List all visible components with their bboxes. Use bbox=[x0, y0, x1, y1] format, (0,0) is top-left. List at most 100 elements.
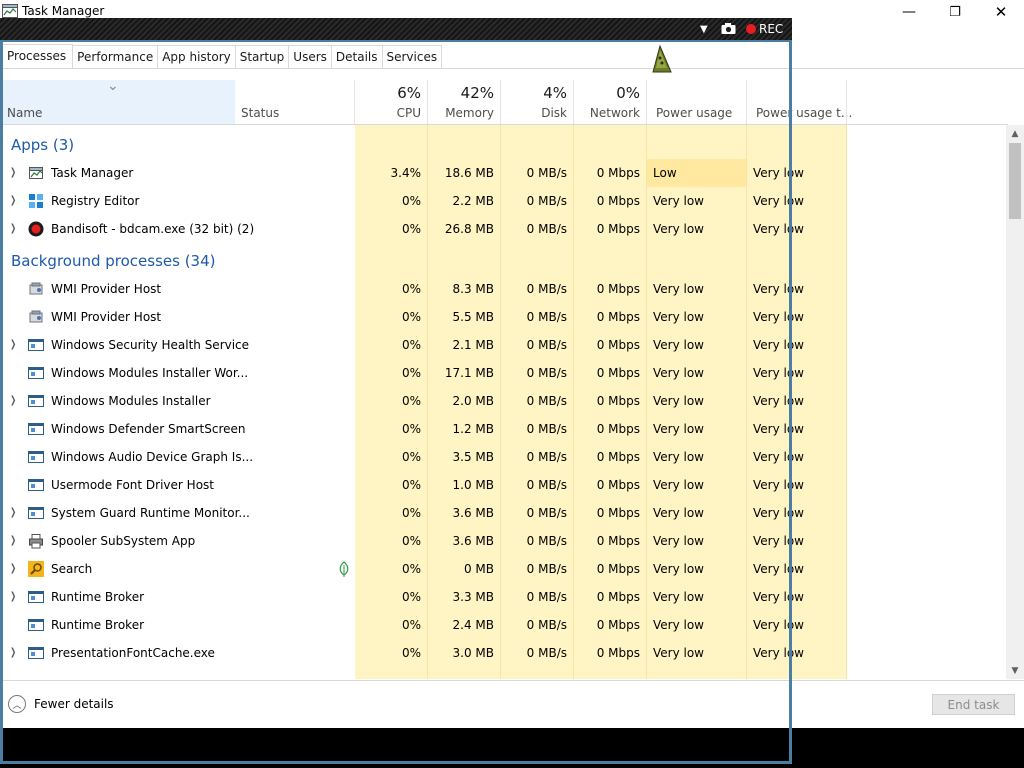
process-row[interactable]: ❯ Registry Editor 0% 2.2 MB 0 MB/s 0 Mbps Very… bbox=[0, 187, 1006, 215]
memory-cell: 3.6 MB bbox=[452, 534, 494, 548]
scroll-thumb[interactable] bbox=[1009, 143, 1021, 219]
header-separator bbox=[500, 80, 501, 124]
power-usage-cell: Very low bbox=[653, 478, 704, 492]
tab-app-history[interactable]: App history bbox=[158, 45, 236, 69]
process-name: Spooler SubSystem App bbox=[51, 534, 196, 548]
power-usage-cell: Low bbox=[653, 166, 677, 180]
column-header-memory[interactable]: 42% Memory bbox=[428, 80, 500, 124]
column-header-disk[interactable]: 4% Disk bbox=[501, 80, 573, 124]
expand-chevron-icon[interactable]: ❯ bbox=[10, 167, 16, 178]
process-row[interactable]: Windows Defender SmartScreen 0% 1.2 MB 0 MB… bbox=[0, 415, 1006, 443]
disk-cell: 0 MB/s bbox=[526, 422, 567, 436]
cpu-cell: 3.4% bbox=[390, 166, 422, 180]
window-title: Task Manager bbox=[22, 4, 105, 18]
wmi-icon bbox=[29, 282, 43, 295]
process-row[interactable]: ❯ PresentationFontCache.exe 0% 3.0 MB 0 MB/s… bbox=[0, 639, 1006, 667]
cpu-cell: 0% bbox=[401, 646, 421, 660]
process-row[interactable]: Usermode Font Driver Host 0% 1.0 MB 0 MB/s 0… bbox=[0, 471, 1006, 499]
group-header[interactable]: Apps (3) bbox=[0, 131, 1006, 159]
scroll-down-icon[interactable]: ▼ bbox=[1006, 662, 1024, 679]
power-trend-cell: Very low bbox=[753, 590, 804, 604]
cpu-cell: 0% bbox=[401, 422, 421, 436]
network-cell: 0 Mbps bbox=[596, 394, 640, 408]
task-manager-window: Task Manager — ❐ ✕ ▼ REC Processes Perfor… bbox=[0, 0, 1024, 728]
power-trend-cell: Very low bbox=[753, 450, 804, 464]
disk-cell: 0 MB/s bbox=[526, 166, 567, 180]
tab-details[interactable]: Details bbox=[331, 45, 383, 69]
column-header-power-usage-trend[interactable]: Power usage t... bbox=[747, 80, 852, 124]
disk-total: 4% bbox=[543, 84, 567, 102]
column-header-status[interactable]: Status bbox=[235, 80, 354, 124]
power-usage-cell: Very low bbox=[653, 366, 704, 380]
process-row[interactable]: ❯ Windows Modules Installer 0% 2.0 MB 0 MB/s… bbox=[0, 387, 1006, 415]
vertical-scrollbar[interactable]: ▲ ▼ bbox=[1006, 125, 1024, 679]
power-usage-cell: Very low bbox=[653, 422, 704, 436]
process-row[interactable]: ❯ Windows Security Health Service 0% 2.1 MB… bbox=[0, 331, 1006, 359]
network-cell: 0 Mbps bbox=[596, 338, 640, 352]
service-window-icon bbox=[28, 619, 44, 631]
camera-icon[interactable] bbox=[721, 22, 736, 35]
collapse-chevron-icon: ︿ bbox=[8, 695, 26, 713]
expand-chevron-icon[interactable]: ❯ bbox=[10, 591, 16, 602]
recorder-dropdown-icon[interactable]: ▼ bbox=[700, 21, 708, 37]
process-row[interactable]: ❯ System Guard Runtime Monitor... 0% 3.6 MB… bbox=[0, 499, 1006, 527]
process-row[interactable]: ❯ Bandisoft - bdcam.exe (32 bit) (2) 0% 26.… bbox=[0, 215, 1006, 243]
disk-cell: 0 MB/s bbox=[526, 222, 567, 236]
expand-chevron-icon[interactable]: ❯ bbox=[10, 395, 16, 406]
cpu-total: 6% bbox=[397, 84, 421, 102]
process-row[interactable]: Windows Modules Installer Wor... 0% 17.1 M… bbox=[0, 359, 1006, 387]
process-row[interactable]: Windows Audio Device Graph Is... 0% 3.5 MB… bbox=[0, 443, 1006, 471]
process-row[interactable]: ❯ Runtime Broker 0% 3.3 MB 0 MB/s 0 Mbps Very … bbox=[0, 583, 1006, 611]
tab-services[interactable]: Services bbox=[382, 45, 443, 69]
expand-chevron-icon[interactable]: ❯ bbox=[10, 339, 16, 350]
tab-users[interactable]: Users bbox=[289, 45, 332, 69]
process-row[interactable]: WMI Provider Host 0% 5.5 MB 0 MB/s 0 Mbps Ver… bbox=[0, 303, 1006, 331]
power-trend-cell: Very low bbox=[753, 222, 804, 236]
recorder-bar: ▼ REC bbox=[0, 18, 792, 40]
cpu-cell: 0% bbox=[401, 506, 421, 520]
process-row[interactable]: ❯ Spooler SubSystem App 0% 3.6 MB 0 MB/s 0 Mb… bbox=[0, 527, 1006, 555]
memory-cell: 5.5 MB bbox=[452, 310, 494, 324]
maximize-button[interactable]: ❐ bbox=[932, 0, 978, 24]
column-header-power-usage[interactable]: Power usage bbox=[647, 80, 746, 124]
process-row[interactable]: Runtime Broker 0% 2.4 MB 0 MB/s 0 Mbps Very l… bbox=[0, 611, 1006, 639]
expand-chevron-icon[interactable]: ❯ bbox=[10, 223, 16, 234]
power-trend-cell: Very low bbox=[753, 646, 804, 660]
power-trend-cell: Very low bbox=[753, 562, 804, 576]
column-header-name[interactable]: ⌄ Name bbox=[0, 78, 235, 124]
process-row[interactable]: WMI Provider Host 0% 8.3 MB 0 MB/s 0 Mbps Ver… bbox=[0, 275, 1006, 303]
rec-button[interactable]: REC bbox=[746, 21, 783, 37]
power-trend-cell: Very low bbox=[753, 394, 804, 408]
cpu-cell: 0% bbox=[401, 366, 421, 380]
header-separator bbox=[354, 80, 355, 124]
task-manager-icon bbox=[2, 4, 18, 18]
column-header-cpu[interactable]: 6% CPU bbox=[355, 80, 427, 124]
group-header[interactable]: Background processes (34) bbox=[0, 247, 1006, 275]
expand-chevron-icon[interactable]: ❯ bbox=[10, 507, 16, 518]
end-task-button[interactable]: End task bbox=[932, 694, 1015, 715]
process-row[interactable]: ❯ Search 0% 0 MB 0 MB/s 0 Mbps Very low Very lo… bbox=[0, 555, 1006, 583]
service-window-icon bbox=[28, 591, 44, 603]
minimize-button[interactable]: — bbox=[886, 0, 932, 24]
header-separator bbox=[746, 80, 747, 124]
process-name: Usermode Font Driver Host bbox=[51, 478, 214, 492]
close-button[interactable]: ✕ bbox=[978, 0, 1024, 24]
power-trend-cell: Very low bbox=[753, 194, 804, 208]
expand-chevron-icon[interactable]: ❯ bbox=[10, 647, 16, 658]
tab-performance[interactable]: Performance bbox=[73, 45, 159, 69]
tab-processes[interactable]: Processes bbox=[0, 44, 74, 69]
power-usage-cell: Very low bbox=[653, 222, 704, 236]
tab-startup[interactable]: Startup bbox=[235, 45, 290, 69]
process-row[interactable]: ❯ Task Manager 3.4% 18.6 MB 0 MB/s 0 Mbps Low V… bbox=[0, 159, 1006, 187]
fewer-details-button[interactable]: ︿ Fewer details bbox=[8, 695, 114, 713]
power-usage-cell: Very low bbox=[653, 394, 704, 408]
power-trend-cell: Very low bbox=[753, 338, 804, 352]
scroll-up-icon[interactable]: ▲ bbox=[1006, 125, 1024, 142]
expand-chevron-icon[interactable]: ❯ bbox=[10, 195, 16, 206]
expand-chevron-icon[interactable]: ❯ bbox=[10, 535, 16, 546]
column-header-network[interactable]: 0% Network bbox=[574, 80, 646, 124]
power-trend-cell: Very low bbox=[753, 422, 804, 436]
expand-chevron-icon[interactable]: ❯ bbox=[10, 563, 16, 574]
power-usage-cell: Very low bbox=[653, 450, 704, 464]
disk-cell: 0 MB/s bbox=[526, 310, 567, 324]
